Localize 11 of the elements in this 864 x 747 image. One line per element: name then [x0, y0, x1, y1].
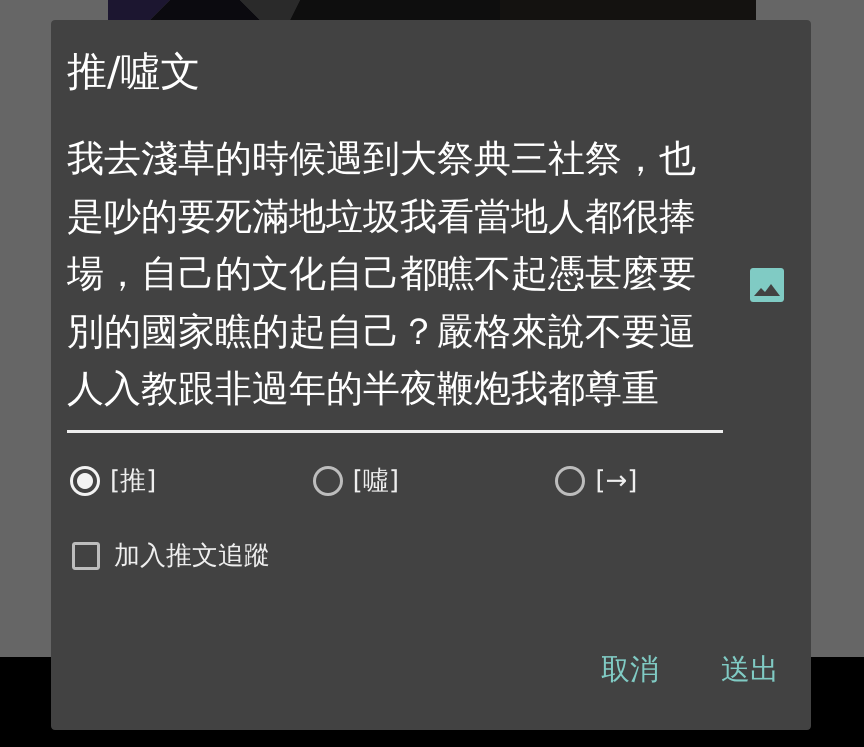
radio-button[interactable] — [312, 466, 343, 496]
dialog-title: 推/噓文 — [67, 48, 202, 97]
radio-label: [推] — [110, 465, 156, 498]
dialog-button[interactable]: 取消 — [585, 644, 675, 696]
radio-label: [→] — [595, 466, 638, 496]
dialog-button[interactable]: 送出 — [705, 644, 795, 696]
image-icon[interactable] — [750, 268, 784, 302]
checkbox[interactable] — [72, 542, 100, 570]
checkbox-label: 加入推文追蹤 — [114, 540, 270, 573]
radio-label: [噓] — [352, 465, 399, 498]
radio-button[interactable] — [555, 466, 586, 496]
